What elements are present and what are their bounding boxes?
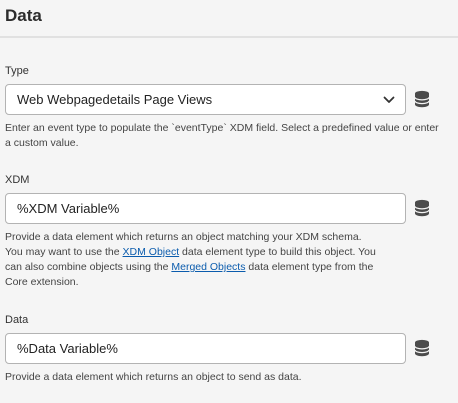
section-title: Data: [5, 6, 42, 25]
xdm-value: %XDM Variable%: [17, 201, 120, 216]
type-value: Web Webpagedetails Page Views: [17, 92, 213, 107]
xdm-help-line-1: Provide a data element which returns an …: [5, 231, 362, 243]
xdm-help-line-4: Core extension.: [5, 276, 79, 288]
data-value: %Data Variable%: [17, 341, 118, 356]
xdm-object-link[interactable]: XDM Object: [123, 246, 180, 258]
database-icon[interactable]: [413, 199, 431, 217]
xdm-help-text: Provide a data element which returns an …: [5, 230, 445, 290]
database-icon[interactable]: [413, 339, 431, 357]
section-header: Data: [0, 0, 458, 38]
merged-objects-link[interactable]: Merged Objects: [171, 261, 245, 273]
database-icon[interactable]: [413, 90, 431, 108]
xdm-help-line-2: You may want to use the XDM Object data …: [5, 246, 376, 258]
data-help-text: Provide a data element which returns an …: [5, 371, 302, 383]
type-dropdown-button[interactable]: [373, 84, 406, 115]
xdm-input[interactable]: %XDM Variable%: [5, 193, 406, 224]
data-label: Data: [5, 314, 29, 326]
type-help-text: Enter an event type to populate the `eve…: [5, 122, 439, 149]
data-input[interactable]: %Data Variable%: [5, 333, 406, 364]
chevron-down-icon: [383, 96, 395, 103]
type-label: Type: [5, 65, 29, 77]
type-combobox-input[interactable]: Web Webpagedetails Page Views: [5, 84, 374, 115]
xdm-help-line-3: can also combine objects using the Merge…: [5, 261, 374, 273]
xdm-label: XDM: [5, 174, 30, 186]
